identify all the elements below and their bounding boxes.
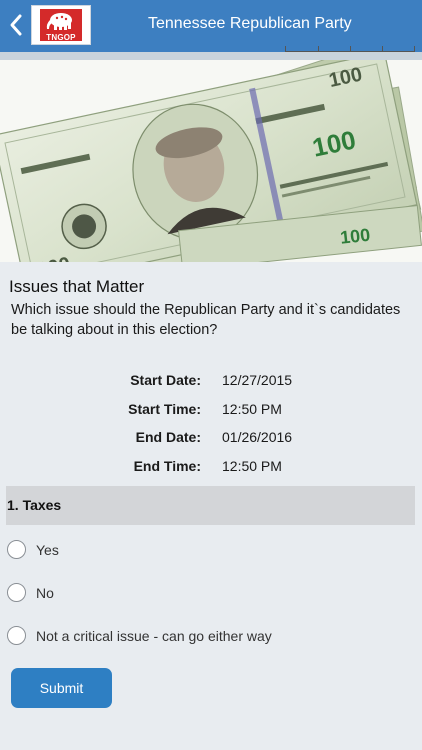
poll-schedule: Start Date: 12/27/2015 Start Time: 12:50… [0, 372, 422, 486]
question-label: 1. Taxes [7, 497, 62, 513]
header-divider [0, 52, 422, 60]
question-header: 1. Taxes [6, 486, 415, 525]
submit-button[interactable]: Submit [11, 668, 112, 708]
chevron-left-icon [10, 14, 22, 36]
end-time-value: 12:50 PM [222, 457, 282, 474]
back-button[interactable] [6, 10, 28, 40]
start-time-label: Start Time: [128, 400, 201, 417]
header-tab-strip [285, 46, 415, 52]
start-date-label: Start Date: [130, 372, 201, 388]
hero-money-image: 100 100 100 100 [0, 60, 422, 262]
start-time-value: 12:50 PM [222, 400, 282, 417]
poll-title: Issues that Matter [9, 277, 145, 296]
start-date-value: 12/27/2015 [222, 372, 293, 388]
radio-button[interactable] [7, 583, 26, 602]
end-date-label: End Date: [135, 429, 201, 445]
schedule-row-end-time: End Time: 12:50 PM [0, 458, 422, 487]
svg-text:100: 100 [339, 225, 371, 248]
schedule-row-end-date: End Date: 01/26/2016 [0, 429, 422, 458]
option-label: Yes [36, 542, 59, 558]
hundred-dollar-bills-image: 100 100 100 100 [0, 60, 422, 262]
app-title: Tennessee Republican Party [148, 15, 352, 32]
logo-text: TNGOP [46, 33, 76, 42]
option-yes[interactable]: Yes [7, 540, 407, 562]
end-date-value: 01/26/2016 [222, 429, 293, 445]
option-label: Not a critical issue - can go either way [36, 628, 272, 644]
poll-question: Which issue should the Republican Party … [11, 302, 401, 338]
option-label: No [36, 585, 54, 601]
end-time-label: End Time: [133, 457, 201, 474]
app-header: TNGOP Tennessee Republican Party [0, 0, 422, 52]
schedule-row-start-date: Start Date: 12/27/2015 [0, 372, 422, 401]
option-no[interactable]: No [7, 583, 407, 605]
tngop-logo: TNGOP [31, 5, 91, 45]
schedule-row-start-time: Start Time: 12:50 PM [0, 401, 422, 430]
option-not-critical[interactable]: Not a critical issue - can go either way [7, 626, 407, 648]
radio-button[interactable] [7, 540, 26, 559]
radio-button[interactable] [7, 626, 26, 645]
